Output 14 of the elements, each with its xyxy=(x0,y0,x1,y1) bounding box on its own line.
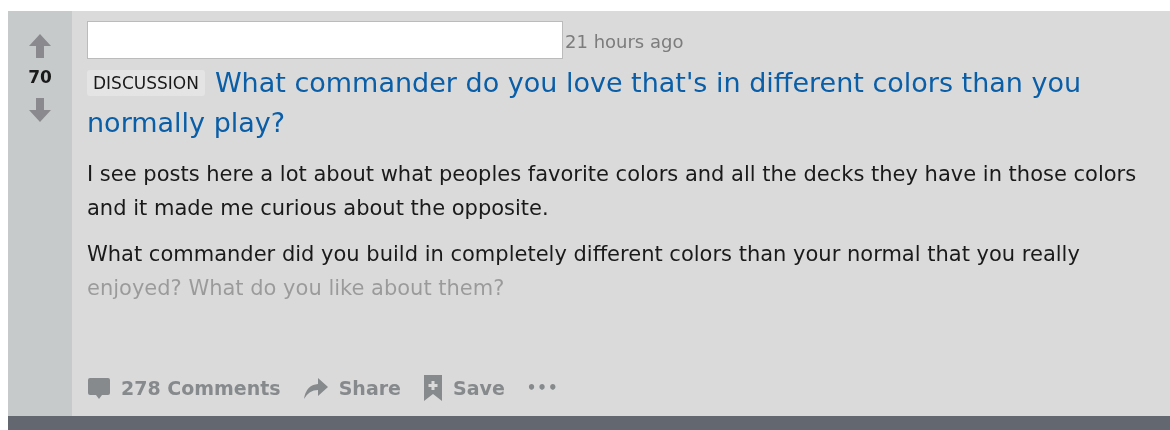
post-title[interactable]: DISCUSSION What commander do you love that's in different colors than you normally play? xyxy=(87,63,1156,143)
flair-tag: DISCUSSION xyxy=(87,70,205,96)
post-timestamp: 21 hours ago xyxy=(565,30,684,54)
bookmark-plus-icon xyxy=(423,373,443,402)
comment-bubble-icon xyxy=(87,375,111,400)
save-button[interactable]: Save xyxy=(423,373,505,402)
share-arrow-icon xyxy=(302,375,329,400)
vote-count: 70 xyxy=(28,66,52,89)
upvote-arrow-icon[interactable] xyxy=(28,33,52,59)
more-options-button[interactable]: ••• xyxy=(526,376,559,399)
comments-button[interactable]: 278 Comments xyxy=(87,373,281,402)
body-paragraph: I see posts here a lot about what peoples favorite colors and all the decks they have in those colors and it made me curious about the opposite. xyxy=(87,161,1138,222)
downvote-arrow-icon[interactable] xyxy=(28,96,52,123)
share-button[interactable]: Share xyxy=(302,373,401,402)
